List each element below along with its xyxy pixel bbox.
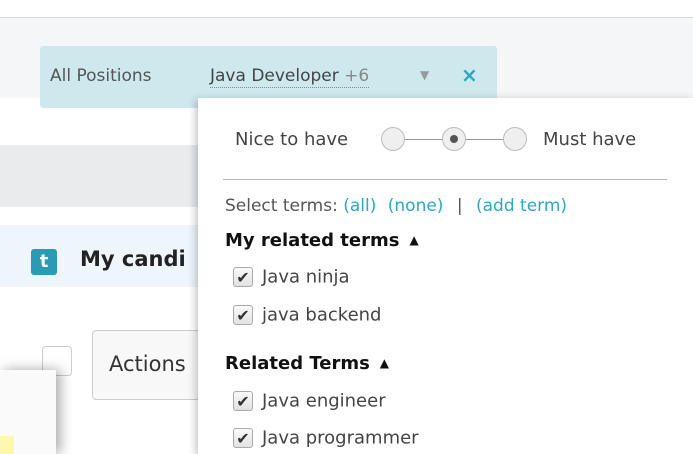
filter-value: Java Developer xyxy=(210,66,339,86)
checkbox-checked-icon[interactable]: ✔ xyxy=(233,428,253,448)
slider-stop-must[interactable] xyxy=(503,127,527,151)
filter-extra-count: +6 xyxy=(344,66,370,86)
select-none-link[interactable]: (none) xyxy=(388,196,444,216)
section-related-terms[interactable]: Related Terms ▲ xyxy=(225,353,389,374)
term-java-engineer[interactable]: ✔ Java engineer xyxy=(233,390,386,414)
actions-label: Actions xyxy=(109,352,186,376)
select-terms-row: Select terms: (all) (none) | (add term) xyxy=(225,196,567,216)
slider-stop-nice[interactable] xyxy=(381,127,405,151)
slider-stop-middle[interactable] xyxy=(442,127,466,151)
caret-down-icon[interactable]: ▼ xyxy=(420,68,429,82)
select-terms-label: Select terms: xyxy=(225,196,338,216)
filter-value-dropdown[interactable]: Java Developer +6 xyxy=(210,66,370,88)
term-label: Java ninja xyxy=(262,266,350,288)
term-label: Java engineer xyxy=(262,390,386,412)
terms-dropdown: Nice to have Must have Select terms: (al… xyxy=(198,98,693,454)
checkbox-checked-icon[interactable]: ✔ xyxy=(233,267,253,287)
select-all-link[interactable]: (all) xyxy=(343,196,376,216)
slider-selected-dot xyxy=(450,135,458,143)
importance-right-label: Must have xyxy=(543,129,637,150)
highlight-marker xyxy=(0,436,14,454)
section-title: Related Terms xyxy=(225,353,370,374)
divider xyxy=(223,179,667,180)
top-bar xyxy=(0,0,693,18)
checkbox-checked-icon[interactable]: ✔ xyxy=(233,305,253,325)
importance-left-label: Nice to have xyxy=(235,129,349,150)
filter-label: All Positions xyxy=(50,66,152,86)
checkbox-checked-icon[interactable]: ✔ xyxy=(233,391,253,411)
term-java-backend[interactable]: ✔ java backend xyxy=(233,304,381,328)
term-label: Java programmer xyxy=(262,427,419,449)
add-term-link[interactable]: (add term) xyxy=(476,196,567,216)
caret-up-icon[interactable]: ▲ xyxy=(380,356,389,370)
brand-t-icon: t xyxy=(31,249,57,275)
separator: | xyxy=(456,196,463,216)
close-icon[interactable]: × xyxy=(461,63,478,87)
term-java-ninja[interactable]: ✔ Java ninja xyxy=(233,266,350,290)
caret-up-icon[interactable]: ▲ xyxy=(409,233,418,247)
term-java-programmer[interactable]: ✔ Java programmer xyxy=(233,427,419,451)
candidates-title: My candi xyxy=(80,247,186,271)
importance-slider[interactable] xyxy=(381,126,531,154)
section-title: My related terms xyxy=(225,230,400,251)
section-my-related-terms[interactable]: My related terms ▲ xyxy=(225,230,419,251)
term-label: java backend xyxy=(262,304,382,326)
